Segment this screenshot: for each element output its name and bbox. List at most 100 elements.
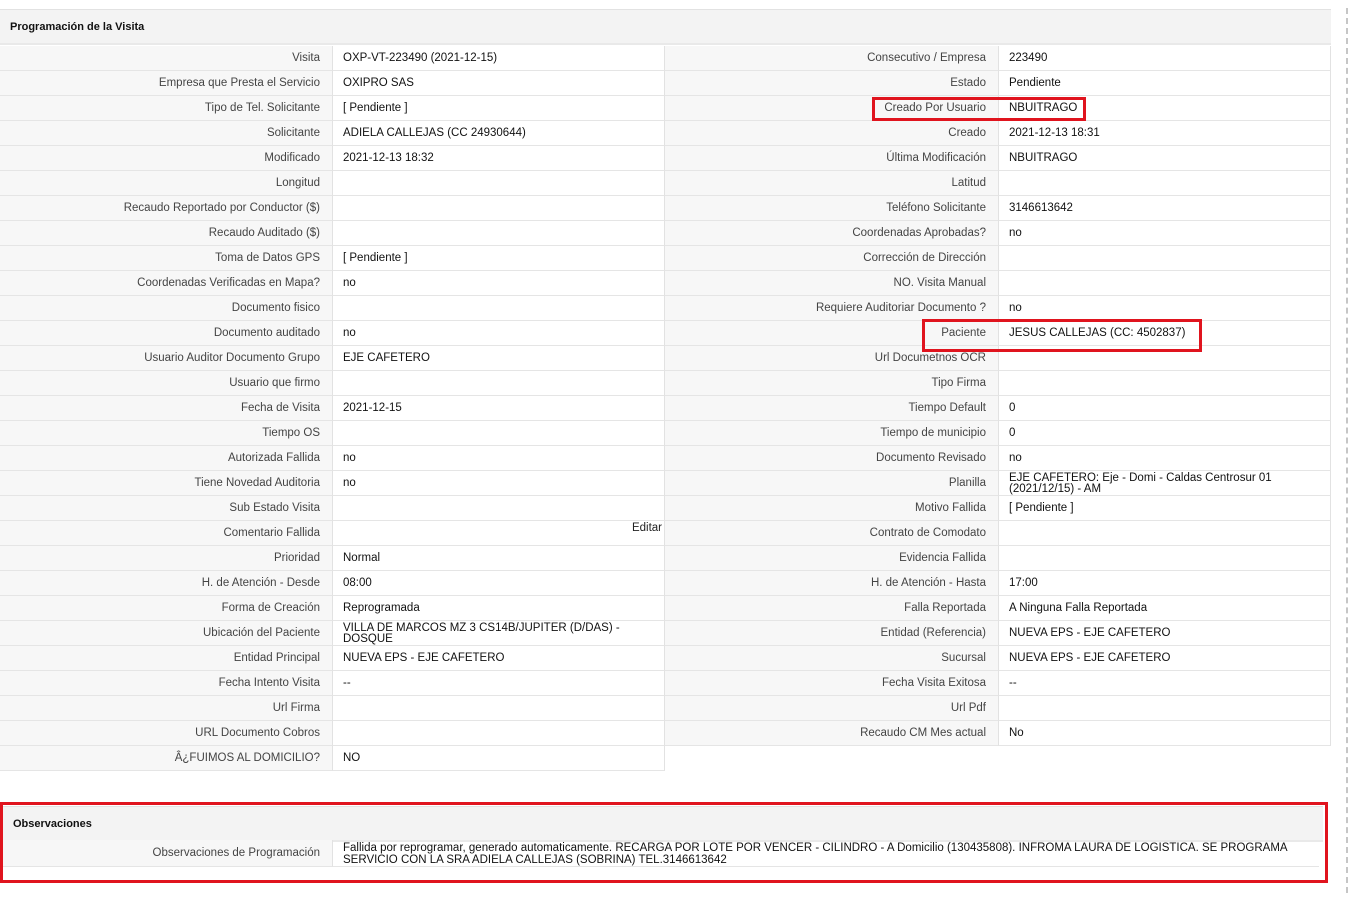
field-value: no [998, 296, 1331, 321]
detail-row: Modificado 2021-12-13 18:32 Última Modific… [0, 146, 1331, 171]
section-header-observaciones: Observaciones [3, 806, 1323, 842]
field-value: 0 [998, 396, 1331, 421]
edit-link[interactable]: Editar [632, 521, 662, 535]
detail-row: Url Firma Url Pdf [0, 696, 1331, 721]
detail-row: Solicitante ADIELA CALLEJAS (CC 24930644)… [0, 121, 1331, 146]
field-value: JESUS CALLEJAS (CC: 4502837) [998, 321, 1331, 346]
detail-row: Tiempo OS Tiempo de municipio 0 [0, 421, 1331, 446]
field-value: 0 [998, 421, 1331, 446]
detail-row: H. de Atención - Desde 08:00 H. de Atenció… [0, 571, 1331, 596]
field-value [332, 421, 665, 446]
field-value: no [998, 446, 1331, 471]
field-value: no [332, 321, 665, 346]
field-label: Recaudo Reportado por Conductor ($) [0, 196, 332, 221]
field-value [998, 246, 1331, 271]
field-value [998, 371, 1331, 396]
field-label: Latitud [665, 171, 998, 196]
field-value [332, 196, 665, 221]
field-value: 3146613642 [998, 196, 1331, 221]
field-label: Solicitante [0, 121, 332, 146]
detail-row: Ubicación del Paciente VILLA DE MARCOS MZ… [0, 621, 1331, 646]
field-label: Evidencia Fallida [665, 546, 998, 571]
detail-row: Documento auditado no Paciente JESUS CALLE… [0, 321, 1331, 346]
detail-row: URL Documento Cobros Recaudo CM Mes actua… [0, 721, 1331, 746]
detail-row: Prioridad Normal Evidencia Fallida [0, 546, 1331, 571]
field-label: H. de Atención - Desde [0, 571, 332, 596]
field-label: Visita [0, 46, 332, 71]
detail-row: Fecha de Visita 2021-12-15 Tiempo Default… [0, 396, 1331, 421]
field-label: Coordenadas Verificadas en Mapa? [0, 271, 332, 296]
field-label: Url Pdf [665, 696, 998, 721]
detail-row: Usuario que firmo Tipo Firma [0, 371, 1331, 396]
field-value: Pendiente [998, 71, 1331, 96]
detail-row: Longitud Latitud [0, 171, 1331, 196]
detail-row: Coordenadas Verificadas en Mapa? no NO. V… [0, 271, 1331, 296]
field-value [332, 696, 665, 721]
detail-row: Tipo de Tel. Solicitante[ Pendiente ] Cre… [0, 96, 1331, 121]
field-label: Requiere Auditoriar Documento ? [665, 296, 998, 321]
field-label: Modificado [0, 146, 332, 171]
section-header-programacion: Programación de la Visita [0, 9, 1331, 45]
field-label: Fecha de Visita [0, 396, 332, 421]
field-label: Documento fisico [0, 296, 332, 321]
field-value: 17:00 [998, 571, 1331, 596]
field-label: Sub Estado Visita [0, 496, 332, 521]
field-value: no [998, 221, 1331, 246]
field-value [998, 696, 1331, 721]
detail-row: Empresa que Presta el Servicio OXIPRO SAS… [0, 71, 1331, 96]
observaciones-value: Fallida por reprogramar, generado automa… [332, 840, 1319, 867]
field-value [332, 221, 665, 246]
field-value: Normal [332, 546, 665, 571]
field-label: Paciente [665, 321, 998, 346]
field-label: Autorizada Fallida [0, 446, 332, 471]
observaciones-row: Observaciones de Programación Fallida po… [0, 840, 1331, 867]
field-value: no [332, 271, 665, 296]
field-value: -- [332, 671, 665, 696]
field-value: VILLA DE MARCOS MZ 3 CS14B/JUPITER (D/DA… [332, 621, 665, 646]
field-label: Motivo Fallida [665, 496, 998, 521]
field-value: Reprogramada [332, 596, 665, 621]
field-label: NO. Visita Manual [665, 271, 998, 296]
field-value [998, 171, 1331, 196]
field-value: NBUITRAGO [998, 146, 1331, 171]
field-label: Creado Por Usuario [665, 96, 998, 121]
field-label: Tiene Novedad Auditoria [0, 471, 332, 496]
field-value [998, 546, 1331, 571]
field-label: Ubicación del Paciente [0, 621, 332, 646]
detail-row: Â¿FUIMOS AL DOMICILIO? NO [0, 746, 1331, 771]
field-label: Toma de Datos GPS [0, 246, 332, 271]
field-value: OXIPRO SAS [332, 71, 665, 96]
detail-row: Visita OXP-VT-223490 (2021-12-15) Consecut… [0, 46, 1331, 71]
observaciones-title: Observaciones [13, 817, 92, 830]
field-value: [ Pendiente ] [332, 246, 665, 271]
field-value [998, 346, 1331, 371]
field-value: 2021-12-13 18:31 [998, 121, 1331, 146]
field-label: Creado [665, 121, 998, 146]
field-label: Coordenadas Aprobadas? [665, 221, 998, 246]
field-label: Estado [665, 71, 998, 96]
field-label: H. de Atención - Hasta [665, 571, 998, 596]
field-label: Prioridad [0, 546, 332, 571]
detail-row: Recaudo Auditado ($) Coordenadas Aprobada… [0, 221, 1331, 246]
field-label: Corrección de Dirección [665, 246, 998, 271]
field-value: EJE CAFETERO: Eje - Domi - Caldas Centro… [998, 471, 1331, 496]
field-label: Forma de Creación [0, 596, 332, 621]
field-label: Url Firma [0, 696, 332, 721]
field-value: NUEVA EPS - EJE CAFETERO [998, 621, 1331, 646]
observaciones-label: Observaciones de Programación [0, 840, 332, 867]
field-label: Tipo Firma [665, 371, 998, 396]
field-label: Consecutivo / Empresa [665, 46, 998, 71]
field-value [332, 496, 665, 521]
field-value [332, 371, 665, 396]
field-value: NO [332, 746, 665, 771]
field-value [332, 296, 665, 321]
detail-row: Sub Estado Visita Motivo Fallida[ Pendien… [0, 496, 1331, 521]
field-label: Â¿FUIMOS AL DOMICILIO? [0, 746, 332, 771]
field-value: no [332, 446, 665, 471]
field-label: Falla Reportada [665, 596, 998, 621]
field-value: [ Pendiente ] [332, 96, 665, 121]
field-value: A Ninguna Falla Reportada [998, 596, 1331, 621]
field-value: ADIELA CALLEJAS (CC 24930644) [332, 121, 665, 146]
field-label: Recaudo CM Mes actual [665, 721, 998, 746]
field-value: EJE CAFETERO [332, 346, 665, 371]
